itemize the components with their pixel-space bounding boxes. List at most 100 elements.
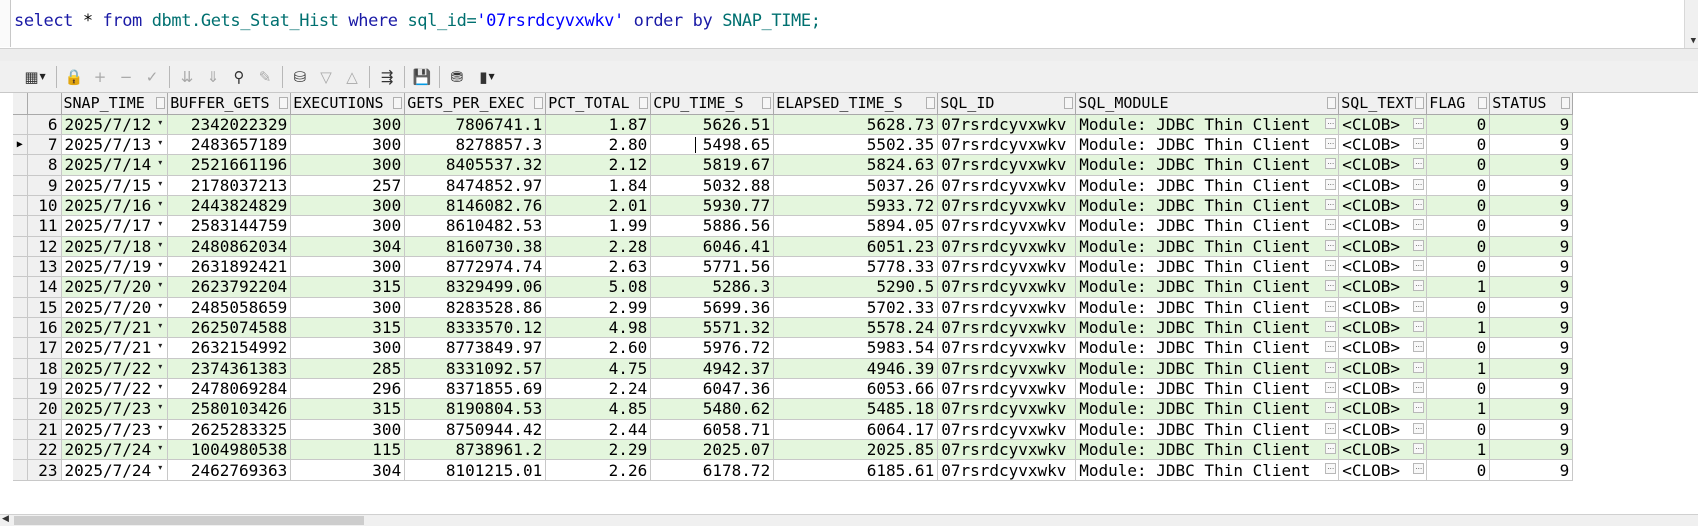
cell-flag[interactable]: 1 bbox=[1426, 317, 1491, 339]
cell-snap-time[interactable]: 2025/7/19 ▾ bbox=[61, 256, 169, 278]
find-button[interactable]: ⚲ bbox=[226, 65, 252, 89]
cell-cpu-time-s[interactable]: 5626.51 bbox=[650, 114, 775, 135]
cell-sql-text[interactable]: <CLOB>… bbox=[1338, 276, 1428, 298]
cell-executions[interactable]: 300 bbox=[290, 134, 406, 156]
ellipsis-icon[interactable]: … bbox=[1413, 361, 1425, 373]
ellipsis-icon[interactable]: … bbox=[1325, 300, 1337, 312]
chevron-down-icon[interactable]: ▾ bbox=[155, 402, 165, 412]
cell-pct-total[interactable]: 2.44 bbox=[545, 419, 652, 441]
cell-executions[interactable]: 315 bbox=[290, 398, 406, 420]
fetch-next-button[interactable]: ⇊ bbox=[174, 65, 200, 89]
cell-pct-total[interactable]: 2.60 bbox=[545, 337, 652, 359]
cell-gets-per-exec[interactable]: 8331092.57 bbox=[404, 358, 547, 379]
cell-status[interactable]: 9 bbox=[1489, 276, 1574, 298]
cell-snap-time[interactable]: 2025/7/20 ▾ bbox=[61, 276, 169, 298]
column-resize-handle[interactable] bbox=[1415, 97, 1425, 109]
cell-sql-id[interactable]: 07rsrdcyvxwkv bbox=[937, 419, 1077, 441]
column-header-gets-per-exec[interactable]: GETS_PER_EXEC bbox=[404, 93, 547, 115]
cell-sql-id[interactable]: 07rsrdcyvxwkv bbox=[937, 297, 1077, 318]
cell-sql-text[interactable]: <CLOB>… bbox=[1338, 378, 1428, 400]
cell-sql-text[interactable]: <CLOB>… bbox=[1338, 154, 1428, 176]
cell-sql-text[interactable]: <CLOB>… bbox=[1338, 358, 1428, 379]
splitter[interactable] bbox=[0, 49, 1698, 61]
table-row[interactable]: 17 2025/7/21 ▾ 2632154992 300 8773849.97 2.60 5… bbox=[13, 337, 1574, 359]
cell-cpu-time-s[interactable]: 6046.41 bbox=[650, 236, 775, 257]
cell-flag[interactable]: 0 bbox=[1426, 459, 1491, 481]
cell-sql-module[interactable]: Module: JDBC Thin Client… bbox=[1075, 419, 1340, 441]
cell-pct-total[interactable]: 1.84 bbox=[545, 175, 652, 196]
cell-cpu-time-s[interactable]: 5699.36 bbox=[650, 297, 775, 318]
ellipsis-icon[interactable]: … bbox=[1325, 259, 1337, 271]
cell-status[interactable]: 9 bbox=[1489, 175, 1574, 196]
cell-status[interactable]: 9 bbox=[1489, 378, 1574, 400]
ellipsis-icon[interactable]: … bbox=[1413, 422, 1425, 434]
cell-sql-id[interactable]: 07rsrdcyvxwkv bbox=[937, 439, 1077, 461]
column-resize-handle[interactable] bbox=[1327, 97, 1337, 109]
cell-snap-time[interactable]: 2025/7/21 ▾ bbox=[61, 317, 169, 339]
cell-sql-id[interactable]: 07rsrdcyvxwkv bbox=[937, 276, 1077, 298]
cell-elapsed-time-s[interactable]: 5702.33 bbox=[773, 297, 939, 318]
cell-flag[interactable]: 0 bbox=[1426, 215, 1491, 237]
chevron-down-icon[interactable]: ▾ bbox=[155, 362, 165, 372]
ellipsis-icon[interactable]: … bbox=[1325, 463, 1337, 475]
column-resize-handle[interactable] bbox=[156, 97, 166, 109]
cell-status[interactable]: 9 bbox=[1489, 358, 1574, 379]
cell-sql-text[interactable]: <CLOB>… bbox=[1338, 459, 1428, 481]
cell-snap-time[interactable]: 2025/7/22 ▾ bbox=[61, 378, 169, 400]
cell-sql-module[interactable]: Module: JDBC Thin Client… bbox=[1075, 398, 1340, 420]
table-row[interactable]: 21 2025/7/23 ▾ 2625283325 300 8750944.42 2.44 6… bbox=[13, 419, 1574, 441]
cell-elapsed-time-s[interactable]: 5290.5 bbox=[773, 276, 939, 298]
cell-elapsed-time-s[interactable]: 5983.54 bbox=[773, 337, 939, 359]
grid-view-button[interactable]: ▦ ▼ bbox=[18, 65, 52, 89]
cell-status[interactable]: 9 bbox=[1489, 134, 1574, 156]
cell-buffer-gets[interactable]: 2178037213 bbox=[167, 175, 292, 196]
chevron-down-icon[interactable]: ▾ bbox=[155, 240, 165, 250]
cell-sql-module[interactable]: Module: JDBC Thin Client… bbox=[1075, 175, 1340, 196]
ellipsis-icon[interactable]: … bbox=[1325, 341, 1337, 353]
chevron-down-icon[interactable]: ▾ bbox=[155, 443, 165, 453]
cell-pct-total[interactable]: 2.26 bbox=[545, 459, 652, 481]
cell-sql-module[interactable]: Module: JDBC Thin Client… bbox=[1075, 134, 1340, 156]
chevron-down-icon[interactable]: ▾ bbox=[155, 301, 165, 311]
cell-flag[interactable]: 0 bbox=[1426, 337, 1491, 359]
clear-filter-button[interactable]: △ bbox=[339, 65, 365, 89]
result-grid[interactable]: SNAP_TIME BUFFER_GETS EXECUTIONS GETS_PER_E… bbox=[13, 93, 1698, 514]
column-header-executions[interactable]: EXECUTIONS bbox=[290, 93, 406, 115]
cell-flag[interactable]: 0 bbox=[1426, 378, 1491, 400]
ellipsis-icon[interactable]: … bbox=[1325, 361, 1337, 373]
chevron-down-icon[interactable]: ▾ bbox=[155, 280, 165, 290]
cell-sql-text[interactable]: <CLOB>… bbox=[1338, 236, 1428, 257]
cell-status[interactable]: 9 bbox=[1489, 439, 1574, 461]
column-header-sql-module[interactable]: SQL_MODULE bbox=[1075, 93, 1340, 115]
cell-snap-time[interactable]: 2025/7/12 ▾ bbox=[61, 114, 169, 135]
cell-cpu-time-s[interactable]: 5480.62 bbox=[650, 398, 775, 420]
export-button[interactable]: ⛃ bbox=[444, 65, 470, 89]
sql-text[interactable]: select * from dbmt.Gets_Stat_Hist where … bbox=[14, 11, 821, 31]
cell-flag[interactable]: 0 bbox=[1426, 154, 1491, 176]
cell-buffer-gets[interactable]: 2521661196 bbox=[167, 154, 292, 176]
cell-snap-time[interactable]: 2025/7/23 ▾ bbox=[61, 398, 169, 420]
ellipsis-icon[interactable]: … bbox=[1413, 443, 1425, 454]
chevron-down-icon[interactable]: ▾ bbox=[155, 321, 165, 331]
ellipsis-icon[interactable]: … bbox=[1325, 443, 1337, 454]
cell-gets-per-exec[interactable]: 8329499.06 bbox=[404, 276, 547, 298]
cell-status[interactable]: 9 bbox=[1489, 317, 1574, 339]
cell-sql-id[interactable]: 07rsrdcyvxwkv bbox=[937, 358, 1077, 379]
cell-elapsed-time-s[interactable]: 5628.73 bbox=[773, 114, 939, 135]
table-row[interactable]: 9 2025/7/15 ▾ 2178037213 257 8474852.97 1.84 50… bbox=[13, 175, 1574, 196]
chevron-down-icon[interactable]: ▾ bbox=[155, 382, 165, 392]
cell-sql-id[interactable]: 07rsrdcyvxwkv bbox=[937, 378, 1077, 400]
cell-sql-text[interactable]: <CLOB>… bbox=[1338, 195, 1428, 217]
cell-flag[interactable]: 0 bbox=[1426, 297, 1491, 318]
cell-sql-text[interactable]: <CLOB>… bbox=[1338, 337, 1428, 359]
cell-sql-text[interactable]: <CLOB>… bbox=[1338, 175, 1428, 196]
cell-gets-per-exec[interactable]: 7806741.1 bbox=[404, 114, 547, 135]
chevron-down-icon[interactable]: ▼ bbox=[40, 72, 46, 81]
cell-gets-per-exec[interactable]: 8371855.69 bbox=[404, 378, 547, 400]
cell-elapsed-time-s[interactable]: 4946.39 bbox=[773, 358, 939, 379]
ellipsis-icon[interactable]: … bbox=[1325, 117, 1337, 129]
cell-status[interactable]: 9 bbox=[1489, 297, 1574, 318]
cell-executions[interactable]: 315 bbox=[290, 317, 406, 339]
chevron-down-icon[interactable]: ▾ bbox=[155, 341, 165, 351]
cell-elapsed-time-s[interactable]: 6053.66 bbox=[773, 378, 939, 400]
